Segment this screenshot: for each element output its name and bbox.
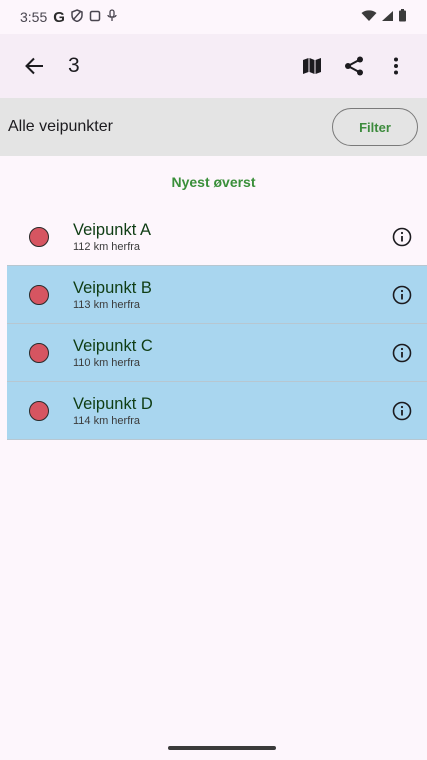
back-button[interactable]: [14, 46, 54, 86]
wifi-icon: [361, 9, 377, 25]
waypoint-list: Veipunkt A 112 km herfra Veipunkt B 113 km …: [0, 208, 427, 440]
info-icon: [392, 227, 412, 246]
waypoint-row[interactable]: Veipunkt D 114 km herfra: [7, 382, 427, 440]
waypoint-marker-icon: [29, 226, 49, 247]
share-icon: [345, 56, 363, 76]
status-bar: 3:55 G: [0, 0, 427, 34]
waypoint-text: Veipunkt A 112 km herfra: [73, 220, 387, 254]
waypoint-row[interactable]: Veipunkt C 110 km herfra: [7, 324, 427, 382]
waypoint-info-button[interactable]: [387, 396, 417, 426]
mic-icon: [107, 9, 117, 25]
waypoint-name: Veipunkt B: [73, 278, 152, 297]
screen-icon: [89, 10, 101, 25]
waypoint-text: Veipunkt B 113 km herfra: [73, 278, 387, 312]
waypoint-row[interactable]: Veipunkt A 112 km herfra: [7, 208, 427, 266]
waypoint-marker-icon: [29, 342, 49, 363]
page-title: 3: [68, 54, 80, 77]
info-icon: [392, 285, 412, 304]
gesture-nav-handle[interactable]: [168, 746, 276, 750]
waypoint-distance: 113 km herfra: [73, 298, 141, 311]
shield-icon: [71, 9, 83, 25]
filter-button[interactable]: Filter: [332, 108, 418, 146]
waypoint-distance: 114 km herfra: [73, 414, 141, 427]
waypoint-text: Veipunkt C 110 km herfra: [73, 336, 387, 370]
info-icon: [392, 343, 412, 362]
status-time: 3:55: [20, 9, 48, 25]
filter-label: Alle veipunkter: [8, 118, 113, 135]
battery-icon: [398, 9, 407, 25]
google-icon: G: [53, 8, 65, 26]
waypoint-distance: 112 km herfra: [73, 240, 141, 253]
info-icon: [392, 401, 412, 420]
share-button[interactable]: [333, 45, 375, 87]
waypoint-name: Veipunkt A: [73, 220, 151, 239]
waypoint-marker-icon: [29, 284, 49, 305]
waypoint-info-button[interactable]: [387, 338, 417, 368]
map-button[interactable]: [291, 45, 333, 87]
waypoint-distance: 110 km herfra: [73, 356, 141, 369]
more-vert-icon: [394, 57, 398, 75]
waypoint-marker-icon: [29, 400, 49, 421]
sort-order-label[interactable]: Nyest øverst: [0, 156, 427, 208]
status-left: 3:55 G: [20, 9, 117, 26]
filter-bar: Alle veipunkter Filter: [0, 98, 427, 156]
arrow-back-icon: [25, 57, 43, 75]
waypoint-info-button[interactable]: [387, 222, 417, 252]
waypoint-info-button[interactable]: [387, 280, 417, 310]
waypoint-row[interactable]: Veipunkt B 113 km herfra: [7, 266, 427, 324]
app-bar: 3: [0, 34, 427, 98]
more-options-button[interactable]: [375, 45, 417, 87]
signal-icon: [381, 9, 394, 25]
waypoint-text: Veipunkt D 114 km herfra: [73, 394, 387, 428]
waypoint-name: Veipunkt D: [73, 394, 153, 413]
waypoint-name: Veipunkt C: [73, 336, 153, 355]
map-icon: [303, 58, 321, 74]
status-right: [361, 9, 407, 25]
